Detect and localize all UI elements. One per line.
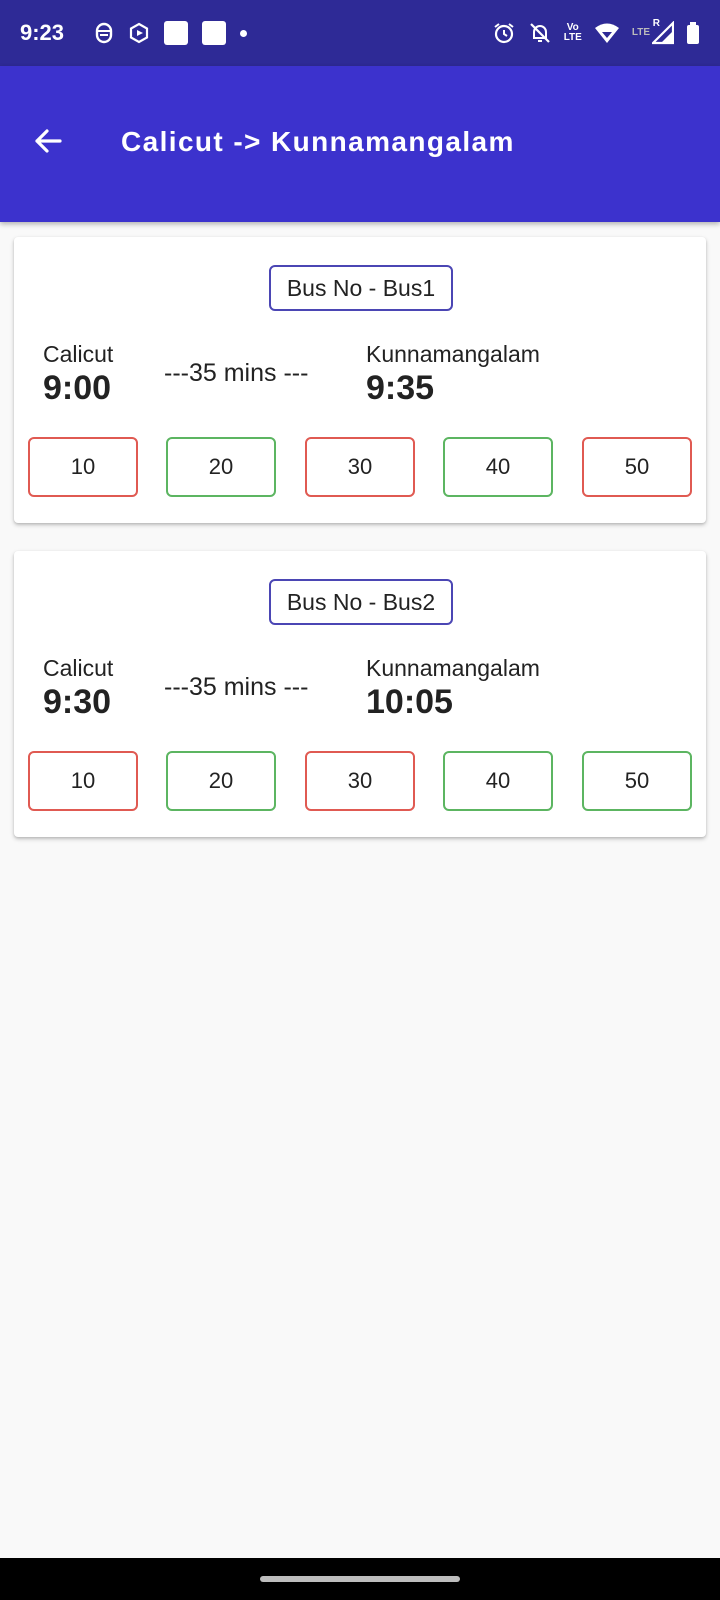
bus-trip-card[interactable]: Bus No - Bus1 Calicut 9:00 ---35 mins --… bbox=[14, 237, 706, 523]
square-app-icon bbox=[164, 21, 189, 45]
dnd-face-icon bbox=[94, 22, 114, 44]
bus-trip-card[interactable]: Bus No - Bus2 Calicut 9:30 ---35 mins --… bbox=[14, 551, 706, 837]
dot-icon bbox=[240, 29, 248, 37]
seat-button[interactable]: 40 bbox=[443, 751, 553, 811]
battery-icon bbox=[686, 21, 700, 45]
destination-name: Kunnamangalam bbox=[366, 341, 540, 367]
seat-options: 10 20 30 40 50 bbox=[28, 751, 692, 811]
origin-name: Calicut bbox=[43, 341, 114, 367]
seat-button[interactable]: 10 bbox=[28, 437, 138, 497]
volte-label-bottom: LTE bbox=[563, 32, 582, 43]
seat-button[interactable]: 10 bbox=[28, 751, 138, 811]
arrival-time: 10:05 bbox=[366, 683, 453, 721]
seat-options: 10 20 30 40 50 bbox=[28, 437, 692, 497]
back-button[interactable] bbox=[28, 121, 68, 161]
destination-name: Kunnamangalam bbox=[366, 655, 540, 681]
bus-number-badge: Bus No - Bus1 bbox=[269, 265, 453, 311]
arrival-time: 9:35 bbox=[366, 369, 435, 407]
volte-icon: Vo LTE bbox=[564, 23, 582, 43]
notifications-off-icon bbox=[528, 21, 552, 45]
seat-button[interactable]: 40 bbox=[443, 437, 553, 497]
trip-duration: ---35 mins --- bbox=[164, 359, 309, 387]
status-time: 9:23 bbox=[20, 20, 65, 45]
alarm-icon bbox=[492, 21, 516, 45]
departure-time: 9:30 bbox=[43, 683, 112, 721]
status-bar: 9:23 Vo LTE LTE R bbox=[0, 0, 720, 66]
signal-icon: LTE R bbox=[631, 18, 674, 45]
wifi-icon bbox=[594, 22, 620, 44]
roaming-label: R bbox=[652, 18, 660, 29]
hexagon-icon bbox=[128, 22, 150, 44]
seat-button[interactable]: 50 bbox=[582, 437, 692, 497]
seat-button[interactable]: 30 bbox=[305, 437, 415, 497]
arrow-left-icon bbox=[35, 129, 62, 153]
page-title: Calicut -> Kunnamangalam bbox=[121, 126, 515, 157]
seat-button[interactable]: 20 bbox=[166, 437, 276, 497]
trip-duration: ---35 mins --- bbox=[164, 673, 309, 701]
square-app-icon bbox=[202, 21, 227, 45]
seat-button[interactable]: 20 bbox=[166, 751, 276, 811]
home-indicator[interactable] bbox=[260, 1576, 460, 1582]
seat-button[interactable]: 30 bbox=[305, 751, 415, 811]
signal-label: LTE bbox=[631, 27, 650, 38]
seat-button[interactable]: 50 bbox=[582, 751, 692, 811]
origin-name: Calicut bbox=[43, 655, 114, 681]
app-bar: Calicut -> Kunnamangalam bbox=[0, 66, 720, 222]
departure-time: 9:00 bbox=[43, 369, 112, 407]
bus-number-badge: Bus No - Bus2 bbox=[269, 579, 453, 625]
